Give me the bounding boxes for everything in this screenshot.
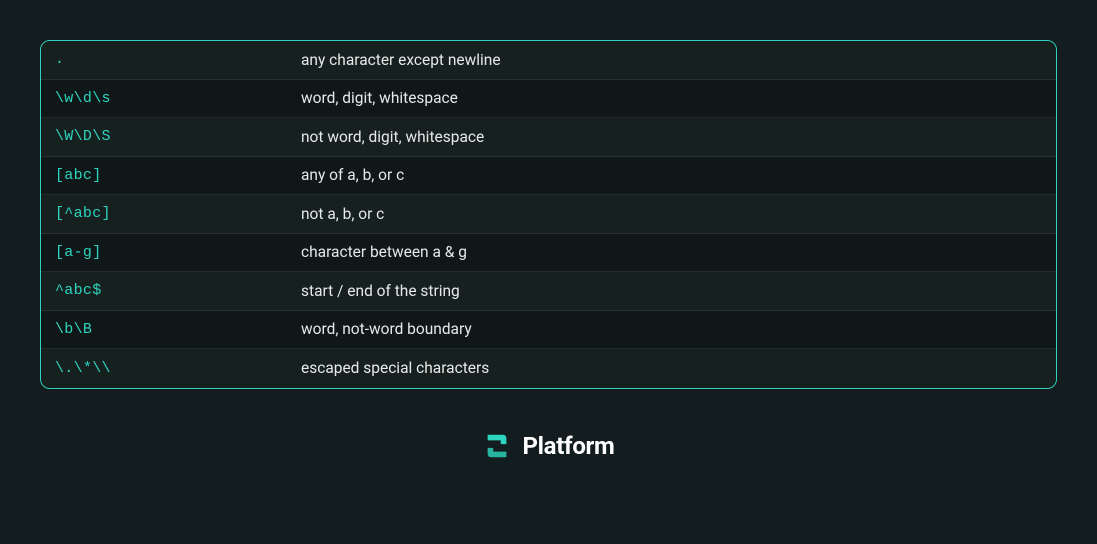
description-cell: start / end of the string [301, 282, 1056, 300]
table-row: ^abc$ start / end of the string [41, 272, 1056, 311]
table-row: [^abc] not a, b, or c [41, 195, 1056, 234]
description-cell: word, not-word boundary [301, 320, 1056, 338]
description-cell: not word, digit, whitespace [301, 128, 1056, 146]
description-cell: character between a & g [301, 243, 1056, 261]
footer: Platform [0, 431, 1097, 461]
table-row: \b\B word, not-word boundary [41, 311, 1056, 350]
table-row: [a-g] character between a & g [41, 234, 1056, 273]
pattern-cell: . [41, 51, 301, 68]
description-cell: word, digit, whitespace [301, 89, 1056, 107]
regex-reference-table: . any character except newline \w\d\s wo… [40, 40, 1057, 389]
pattern-cell: \b\B [41, 321, 301, 338]
pattern-cell: [^abc] [41, 205, 301, 222]
pattern-cell: \w\d\s [41, 90, 301, 107]
brand-name: Platform [522, 432, 614, 460]
description-cell: any of a, b, or c [301, 166, 1056, 184]
table-row: [abc] any of a, b, or c [41, 157, 1056, 196]
pattern-cell: ^abc$ [41, 282, 301, 299]
description-cell: not a, b, or c [301, 205, 1056, 223]
pattern-cell: \.\*\\ [41, 360, 301, 377]
table-row: . any character except newline [41, 41, 1056, 80]
pattern-cell: \W\D\S [41, 128, 301, 145]
table-row: \W\D\S not word, digit, whitespace [41, 118, 1056, 157]
description-cell: escaped special characters [301, 359, 1056, 377]
table-row: \.\*\\ escaped special characters [41, 349, 1056, 388]
pattern-cell: [abc] [41, 167, 301, 184]
platform-logo-icon [482, 431, 512, 461]
pattern-cell: [a-g] [41, 244, 301, 261]
table-row: \w\d\s word, digit, whitespace [41, 80, 1056, 119]
description-cell: any character except newline [301, 51, 1056, 69]
